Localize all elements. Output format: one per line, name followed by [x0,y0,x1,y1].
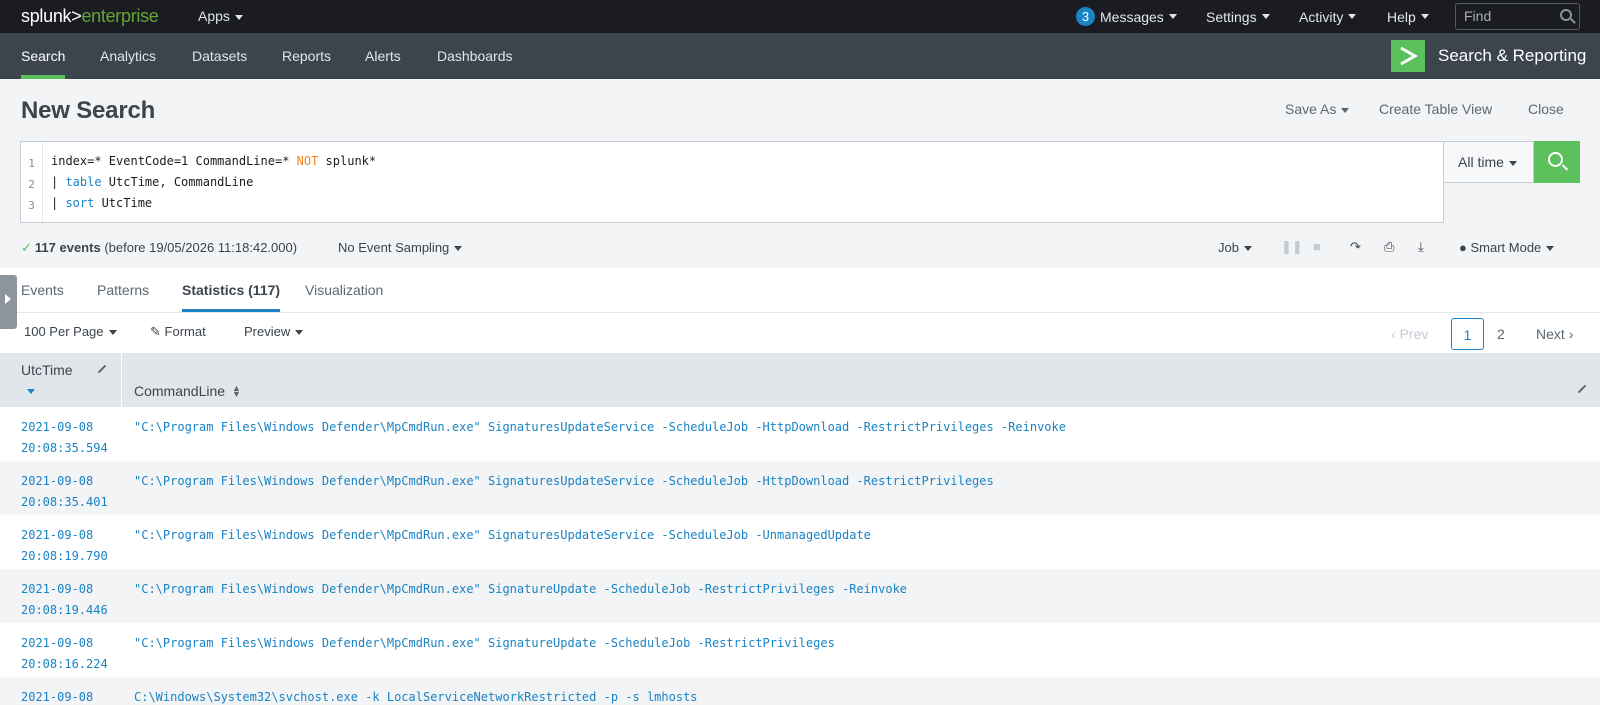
chevron-down-icon [234,14,243,20]
chevron-down-icon [1348,14,1357,19]
column-header-commandline[interactable]: CommandLine [134,383,225,399]
chevron-right-icon: › [1568,326,1574,342]
stop-icon[interactable]: ■ [1313,239,1321,254]
run-search-button[interactable] [1534,141,1580,183]
tab-visualization[interactable]: Visualization [305,282,383,298]
divider [0,312,1600,313]
search-mode-menu[interactable]: ● Smart Mode [1459,240,1555,255]
chevron-down-icon [1261,14,1270,19]
cell-utctime[interactable]: 2021-09-08 20:08:19.446 [21,579,108,621]
page-title: New Search [21,97,156,124]
chevron-down-icon [1546,246,1555,252]
find-input[interactable]: Find [1455,3,1580,30]
print-icon[interactable]: ⎙ [1384,239,1394,255]
table-header: UtcTime CommandLine ▲ ▼ [0,353,1600,407]
activity-menu[interactable]: Activity [1299,0,1357,33]
search-icon [1560,9,1572,21]
apps-menu[interactable]: Apps [198,8,243,24]
time-range-picker[interactable]: All time [1444,141,1534,183]
table-row: 2021-09-08 20:08:35.401 "C:\Program Files… [0,461,1600,515]
messages-menu[interactable]: 3 Messages [1076,0,1177,33]
chevron-down-icon [1420,14,1429,19]
table-row: 2021-09-08 C:\Windows\System32\svchost.e… [0,677,1600,705]
per-page-menu[interactable]: 100 Per Page [24,324,117,339]
search-status: ✓ 117 events (before 19/05/2026 11:18:42.… [21,240,298,255]
close-button[interactable]: Close [1528,101,1564,117]
nav-reports[interactable]: Reports [282,33,331,79]
messages-count-badge: 3 [1076,7,1095,26]
event-sampling-menu[interactable]: No Event Sampling [338,240,463,255]
search-query-editor[interactable]: 1 2 3 index=* EventCode=1 CommandLine=* … [20,141,1444,223]
save-as-button[interactable]: Save As [1285,101,1350,117]
page-1-button[interactable]: 1 [1451,318,1484,350]
nav-search[interactable]: Search [21,33,66,79]
table-row: 2021-09-08 20:08:19.446 "C:\Program Files… [0,569,1600,623]
table-row: 2021-09-08 20:08:16.224 "C:\Program Files… [0,623,1600,677]
chevron-down-icon [108,330,117,336]
chevron-down-icon [295,330,304,336]
nav-alerts[interactable]: Alerts [365,33,401,79]
column-divider[interactable] [121,353,122,407]
preview-menu[interactable]: Preview [244,324,304,339]
cell-commandline[interactable]: C:\Windows\System32\svchost.exe -k Local… [134,687,698,705]
cell-utctime[interactable]: 2021-09-08 20:08:16.224 [21,633,108,675]
job-menu[interactable]: Job [1218,240,1252,255]
chevron-down-icon [1168,14,1177,19]
format-button[interactable]: ✎ Format [150,324,206,340]
nav-dashboards[interactable]: Dashboards [437,33,513,79]
chevron-down-icon [1508,160,1517,166]
cell-utctime[interactable]: 2021-09-08 20:08:19.790 [21,525,108,567]
app-logo-icon [1391,40,1425,72]
cell-commandline[interactable]: "C:\Program Files\Windows Defender\MpCmd… [134,633,835,654]
share-icon[interactable]: ↷ [1350,239,1361,255]
tab-statistics[interactable]: Statistics (117) [182,282,281,312]
page-2-button[interactable]: 2 [1497,318,1505,350]
nav-analytics[interactable]: Analytics [100,33,156,79]
next-page-button[interactable]: Next › [1536,318,1573,350]
settings-menu[interactable]: Settings [1206,0,1270,33]
cell-utctime[interactable]: 2021-09-08 20:08:35.401 [21,471,108,513]
cell-commandline[interactable]: "C:\Program Files\Windows Defender\MpCmd… [134,579,907,600]
app-title[interactable]: Search & Reporting [1438,46,1586,66]
nav-datasets[interactable]: Datasets [192,33,247,79]
sidebar-toggle-handle[interactable] [0,275,17,329]
chevron-left-icon: ‹ [1391,326,1396,342]
chevron-down-icon [1243,246,1252,252]
help-menu[interactable]: Help [1387,0,1429,33]
edit-column-icon[interactable] [1577,384,1587,394]
sort-icon[interactable]: ▲ ▼ [232,384,241,399]
app-bar: Search Analytics Datasets Reports Alerts… [0,33,1600,79]
cell-utctime[interactable]: 2021-09-08 [21,687,93,705]
search-icon [1548,152,1563,167]
chevron-right-icon [5,294,11,304]
chevron-down-icon [1341,107,1350,113]
pause-icon[interactable]: ❚❚ [1281,239,1303,255]
export-icon[interactable]: ⤓ [1418,239,1424,255]
table-row: 2021-09-08 20:08:35.594 "C:\Program Files… [0,407,1600,461]
cell-commandline[interactable]: "C:\Program Files\Windows Defender\MpCmd… [134,417,1066,438]
pencil-icon: ✎ [150,324,161,339]
cell-commandline[interactable]: "C:\Program Files\Windows Defender\MpCmd… [134,525,871,546]
tab-events[interactable]: Events [21,282,64,298]
bulb-icon: ● [1459,240,1467,255]
cell-commandline[interactable]: "C:\Program Files\Windows Defender\MpCmd… [134,471,994,492]
cell-utctime[interactable]: 2021-09-08 20:08:35.594 [21,417,108,459]
sort-descending-icon[interactable] [27,389,35,394]
search-query-text[interactable]: index=* EventCode=1 CommandLine=* NOT sp… [51,151,376,214]
prev-page-button[interactable]: ‹ Prev [1391,318,1428,350]
chevron-down-icon [454,246,463,252]
create-table-view-button[interactable]: Create Table View [1379,101,1492,117]
tab-patterns[interactable]: Patterns [97,282,149,298]
line-numbers: 1 2 3 [21,142,43,222]
column-header-utctime[interactable]: UtcTime [21,362,73,378]
edit-column-icon[interactable] [97,364,107,374]
check-icon: ✓ [21,240,32,255]
table-row: 2021-09-08 20:08:19.790 "C:\Program Files… [0,515,1600,569]
splunk-logo[interactable]: splunk>enterprise [21,6,159,27]
top-bar: splunk>enterprise Apps 3 Messages Settin… [0,0,1600,33]
